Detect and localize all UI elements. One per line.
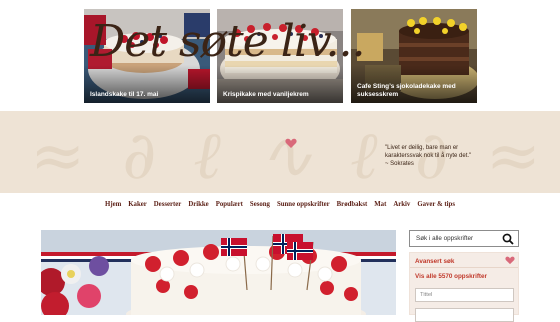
nav-item-kaker[interactable]: Kaker xyxy=(128,201,147,213)
nav-item-hjem[interactable]: Hjem xyxy=(105,201,121,213)
featured-card-cafe-sting[interactable]: Cafe Sting’s sjokoladekake med suksesskr… xyxy=(351,9,477,103)
banner-quote: "Livet er deilig, bare man er karakterss… xyxy=(385,144,495,168)
show-all-recipes-link[interactable]: Vis alle 5570 oppskrifter xyxy=(415,273,487,280)
nav-item-desserter[interactable]: Desserter xyxy=(154,201,182,213)
nav-item-drikke[interactable]: Drikke xyxy=(188,201,208,213)
nav-item-gaver-tips[interactable]: Gaver & tips xyxy=(417,201,455,213)
search-box[interactable]: Søk i alle oppskrifter xyxy=(409,230,519,247)
site-logo[interactable]: Det søte liv... xyxy=(90,16,366,67)
nav-item-sesong[interactable]: Sesong xyxy=(250,201,270,213)
nav-item-brodbakst[interactable]: Brødbakst xyxy=(337,201,368,213)
featured-caption[interactable]: Krispikake med vaniljekrem xyxy=(223,91,339,99)
advanced-search-panel: Avansert søk Vis alle 5570 oppskrifter T… xyxy=(409,252,519,322)
search-icon[interactable] xyxy=(502,233,514,245)
featured-caption[interactable]: Cafe Sting’s sjokoladekake med suksesskr… xyxy=(357,83,473,99)
heart-icon xyxy=(505,256,515,265)
main-nav: Hjem Kaker Desserter Drikke Populært Ses… xyxy=(0,201,560,213)
heart-icon xyxy=(285,138,297,148)
nav-item-sunne-oppskrifter[interactable]: Sunne oppskrifter xyxy=(277,201,330,213)
featured-caption[interactable]: Islandskake til 17. mai xyxy=(90,91,206,99)
nav-item-arkiv[interactable]: Arkiv xyxy=(393,201,410,213)
quote-author: ~ Sokrates xyxy=(385,161,414,167)
nav-item-populaert[interactable]: Populært xyxy=(216,201,243,213)
advanced-search-header: Avansert søk xyxy=(410,255,518,268)
nav-item-mat[interactable]: Mat xyxy=(374,201,386,213)
title-input[interactable]: Tittel xyxy=(415,288,514,302)
cake-photo xyxy=(41,230,396,315)
quote-text: "Livet er deilig, bare man er karakterss… xyxy=(385,145,472,159)
filter-input[interactable] xyxy=(415,308,514,322)
hero-image[interactable] xyxy=(41,230,396,315)
advanced-search-title: Avansert søk xyxy=(415,258,455,265)
search-input[interactable]: Søk i alle oppskrifter xyxy=(416,235,473,242)
